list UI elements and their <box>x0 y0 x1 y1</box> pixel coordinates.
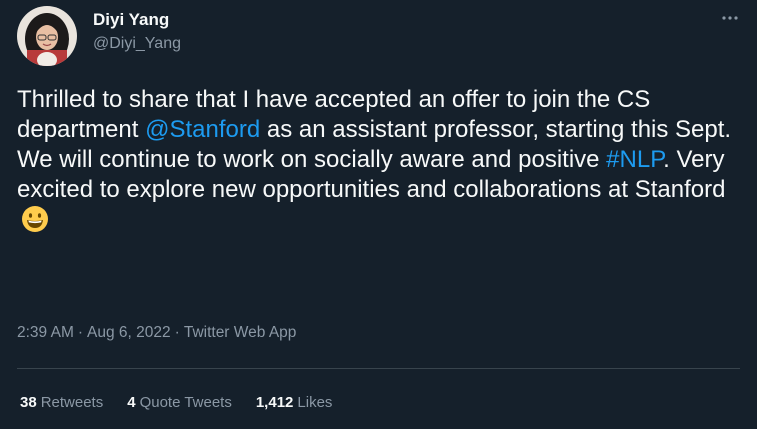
tweet-card: Diyi Yang @Diyi_Yang Thrilled to share t… <box>0 0 757 429</box>
mention-link[interactable]: @Stanford <box>145 116 260 143</box>
quote-tweets-label: Quote Tweets <box>139 394 232 411</box>
meta-separator: · <box>77 324 84 341</box>
divider <box>17 368 740 369</box>
meta-separator: · <box>174 324 180 341</box>
tweet-source[interactable]: Twitter Web App <box>184 324 297 341</box>
likes-stat[interactable]: 1,412 Likes <box>256 392 333 414</box>
grinning-face-icon <box>21 205 49 241</box>
more-horizontal-icon <box>722 16 738 20</box>
quote-tweets-stat[interactable]: 4 Quote Tweets <box>127 392 232 414</box>
retweets-count: 38 <box>20 394 37 411</box>
tweet-stats: 38 Retweets 4 Quote Tweets 1,412 Likes <box>20 392 356 414</box>
tweet-text: Thrilled to share that I have accepted a… <box>17 85 747 241</box>
hashtag-link[interactable]: #NLP <box>606 146 663 173</box>
tweet-meta: 2:39 AM · Aug 6, 2022 · Twitter Web App <box>17 322 296 344</box>
likes-label: Likes <box>297 394 333 411</box>
tweet-date[interactable]: Aug 6, 2022 <box>87 324 171 341</box>
avatar-image <box>17 6 77 66</box>
author-handle[interactable]: @Diyi_Yang <box>93 33 181 55</box>
avatar[interactable] <box>17 6 77 66</box>
retweets-stat[interactable]: 38 Retweets <box>20 392 103 414</box>
tweet-time[interactable]: 2:39 AM <box>17 324 74 341</box>
retweets-label: Retweets <box>40 394 104 411</box>
quote-tweets-count: 4 <box>127 394 136 411</box>
more-options-button[interactable] <box>717 8 743 28</box>
author-display-name[interactable]: Diyi Yang <box>93 9 181 31</box>
author-block: Diyi Yang @Diyi_Yang <box>93 9 181 55</box>
likes-count: 1,412 <box>255 394 294 411</box>
